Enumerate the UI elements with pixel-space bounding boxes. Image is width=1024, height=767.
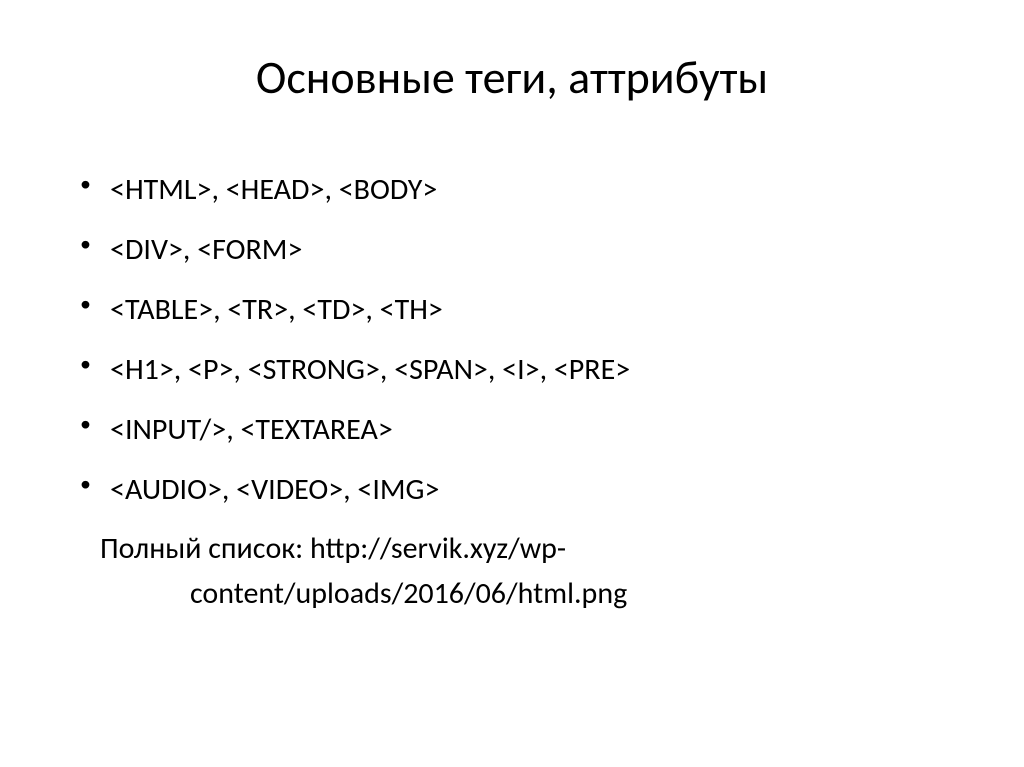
list-item: <AUDIO>, <VIDEO>, <IMG> [80,466,964,514]
bullet-list: <HTML>, <HEAD>, <BODY> <DIV>, <FORM> <TA… [60,166,964,514]
list-item: <DIV>, <FORM> [80,226,964,274]
list-item: <INPUT/>, <TEXTAREA> [80,406,964,454]
list-item: <HTML>, <HEAD>, <BODY> [80,166,964,214]
slide-title: Основные теги, аттрибуты [60,50,964,106]
footer-text: Полный список: http://servik.xyz/wp- con… [100,526,964,616]
list-item: <H1>, <P>, <STRONG>, <SPAN>, <I>, <PRE> [80,346,964,394]
footer-line-1: Полный список: http://servik.xyz/wp- [100,530,566,567]
footer-line-2: content/uploads/2016/06/html.png [120,575,627,612]
list-item: <TABLE>, <TR>, <TD>, <TH> [80,286,964,334]
